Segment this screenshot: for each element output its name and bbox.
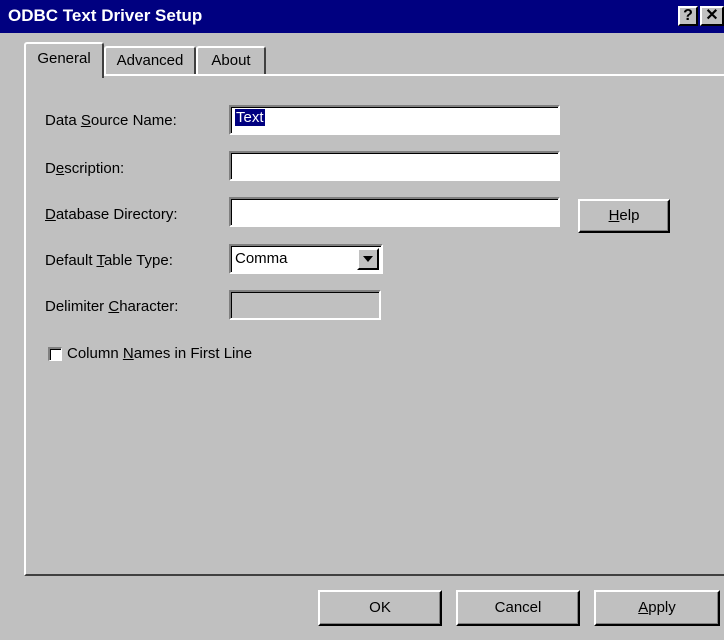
close-caption-button[interactable]: ✕ [700,6,724,26]
database-directory-input[interactable] [229,197,560,227]
close-icon: ✕ [705,7,719,24]
default-table-type-label: Default Table Type: [45,252,173,269]
description-label: Description: [45,160,125,177]
data-source-name-label: Data Source Name: [45,112,177,129]
question-mark-icon: ? [683,7,693,24]
help-button[interactable]: Help [578,199,670,233]
tab-advanced[interactable]: Advanced [104,46,196,76]
column-names-checkbox[interactable] [48,347,62,361]
dropdown-button[interactable] [357,248,379,270]
tab-general[interactable]: General [24,42,104,78]
tab-about[interactable]: About [196,46,266,76]
default-table-type-value: Comma [235,250,288,267]
help-caption-button[interactable]: ? [678,6,698,26]
apply-button[interactable]: Apply [594,590,720,626]
cancel-button[interactable]: Cancel [456,590,580,626]
delimiter-character-input [229,290,381,320]
odbc-setup-dialog: ODBC Text Driver Setup ? ✕ General Advan… [0,0,724,640]
delimiter-character-label: Delimiter Character: [45,298,179,315]
tab-advanced-label: Advanced [116,52,184,69]
description-input[interactable] [229,151,560,181]
default-table-type-select[interactable]: Comma [229,244,383,274]
window-title: ODBC Text Driver Setup [8,6,203,25]
database-directory-label: Database Directory: [45,206,178,223]
general-tab-panel [24,74,724,576]
column-names-label[interactable]: Column Names in First Line [67,345,252,362]
chevron-down-icon [363,256,373,262]
data-source-name-value: Text [235,109,265,126]
tab-general-label: General [37,50,91,67]
data-source-name-input[interactable]: Text [229,105,560,135]
ok-button[interactable]: OK [318,590,442,626]
tab-about-label: About [211,52,251,69]
title-bar[interactable]: ODBC Text Driver Setup ? ✕ [0,0,724,33]
